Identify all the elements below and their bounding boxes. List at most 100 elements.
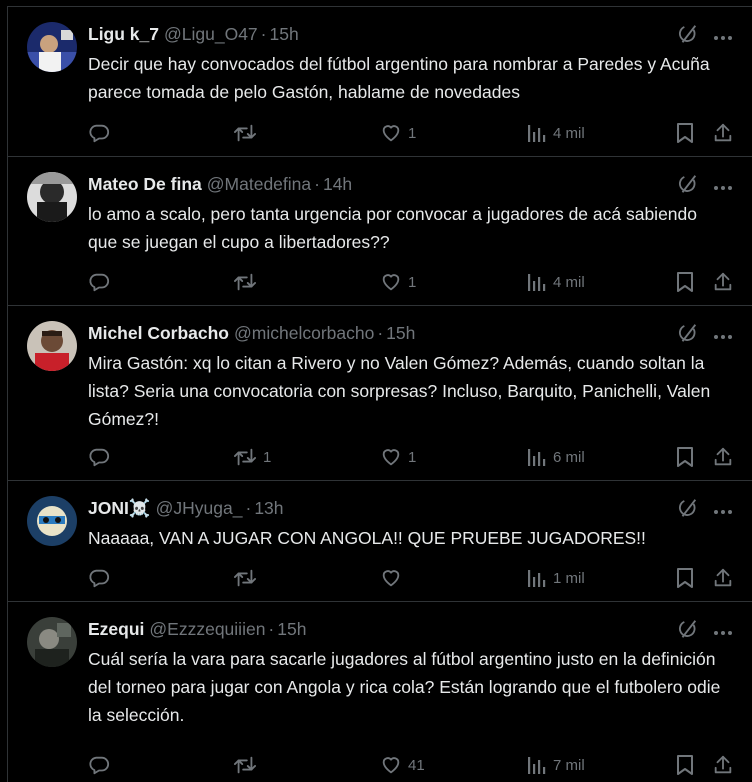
avatar[interactable]	[27, 321, 77, 371]
views-button[interactable]: 1 mil	[527, 563, 585, 593]
bookmark-icon	[675, 122, 695, 144]
display-name[interactable]: Ligu k_7	[88, 24, 159, 45]
tweet-text: Cuál sería la vara para sacarle jugadore…	[88, 649, 721, 725]
share-button[interactable]	[712, 563, 734, 593]
bookmark-icon	[675, 446, 695, 468]
avatar[interactable]	[27, 172, 77, 222]
tweet[interactable]: Mateo De fina @Matedefina · 14h lo amo a…	[8, 157, 752, 306]
views-count: 6 mil	[553, 448, 585, 466]
tweet-corner-actions	[677, 618, 733, 645]
more-icon[interactable]	[713, 178, 733, 196]
reply-button[interactable]	[88, 118, 116, 148]
user-handle[interactable]: @Ligu_O47	[164, 24, 258, 45]
display-name[interactable]: Mateo De fina	[88, 174, 202, 195]
heart-icon	[380, 567, 402, 589]
display-name[interactable]: Michel Corbacho	[88, 323, 229, 344]
tweet-header: JONI☠️ @JHyuga_ · 13h	[88, 495, 284, 521]
user-handle[interactable]: @michelcorbacho	[234, 323, 374, 344]
separator-dot: ·	[377, 322, 384, 343]
display-name[interactable]: Ezequi	[88, 619, 144, 640]
tweet[interactable]: JONI☠️ @JHyuga_ · 13h Naaaaa, VAN A JUGA…	[8, 481, 752, 602]
views-button[interactable]: 7 mil	[527, 750, 585, 780]
reply-icon	[88, 754, 110, 776]
display-name[interactable]: JONI☠️	[88, 498, 151, 519]
reply-icon	[88, 122, 110, 144]
tweet[interactable]: Michel Corbacho @michelcorbacho · 15h Mi…	[8, 306, 752, 481]
tweet-actions: 41 7 mil	[88, 750, 738, 780]
retweet-icon	[233, 122, 257, 144]
timestamp[interactable]: 15h	[277, 619, 306, 640]
views-button[interactable]: 4 mil	[527, 267, 585, 297]
user-handle[interactable]: @Matedefina	[207, 174, 311, 195]
grok-icon[interactable]	[677, 322, 699, 349]
reply-button[interactable]	[88, 267, 116, 297]
tweet-actions: 1 mil	[88, 563, 738, 593]
bookmark-button[interactable]	[675, 118, 695, 148]
like-button[interactable]: 41	[380, 750, 425, 780]
retweet-button[interactable]	[233, 118, 263, 148]
more-icon[interactable]	[713, 327, 733, 345]
user-handle[interactable]: @Ezzzequiiien	[149, 619, 265, 640]
grok-icon[interactable]	[677, 497, 699, 524]
reply-icon	[88, 567, 110, 589]
retweet-button[interactable]: 1	[233, 442, 271, 472]
timestamp[interactable]: 14h	[323, 174, 352, 195]
share-button[interactable]	[712, 750, 734, 780]
views-icon	[527, 272, 547, 292]
more-icon[interactable]	[713, 28, 733, 46]
separator-dot: ·	[260, 23, 267, 44]
more-icon[interactable]	[713, 502, 733, 520]
heart-icon	[380, 271, 402, 293]
grok-icon[interactable]	[677, 173, 699, 200]
tweet-corner-actions	[677, 322, 733, 349]
share-button[interactable]	[712, 442, 734, 472]
avatar[interactable]	[27, 617, 77, 667]
retweet-button[interactable]	[233, 563, 263, 593]
timestamp[interactable]: 15h	[270, 24, 299, 45]
views-icon	[527, 568, 547, 588]
grok-icon[interactable]	[677, 618, 699, 645]
like-count: 1	[408, 273, 417, 291]
heart-icon	[380, 122, 402, 144]
bookmark-button[interactable]	[675, 442, 695, 472]
reply-icon	[88, 271, 110, 293]
user-handle[interactable]: @JHyuga_	[156, 498, 243, 519]
like-button[interactable]: 1	[380, 442, 416, 472]
reply-button[interactable]	[88, 750, 116, 780]
share-icon	[712, 446, 734, 468]
timestamp[interactable]: 15h	[386, 323, 415, 344]
views-count: 4 mil	[553, 124, 585, 142]
tweet[interactable]: Ezequi @Ezzzequiiien · 15h Cuál sería la…	[8, 602, 752, 782]
separator-dot: ·	[268, 618, 275, 639]
retweet-button[interactable]	[233, 267, 263, 297]
avatar[interactable]	[27, 496, 77, 546]
share-button[interactable]	[712, 267, 734, 297]
bookmark-button[interactable]	[675, 750, 695, 780]
grok-icon[interactable]	[677, 23, 699, 50]
tweet-header: Ligu k_7 @Ligu_O47 · 15h	[88, 21, 299, 47]
tweet-actions: 1 4 mil	[88, 118, 738, 148]
reply-button[interactable]	[88, 563, 116, 593]
views-icon	[527, 123, 547, 143]
share-icon	[712, 122, 734, 144]
views-button[interactable]: 4 mil	[527, 118, 585, 148]
like-button[interactable]: 1	[380, 267, 416, 297]
avatar[interactable]	[27, 22, 77, 72]
more-icon[interactable]	[713, 623, 733, 641]
like-count: 1	[408, 448, 417, 466]
timestamp[interactable]: 13h	[254, 498, 283, 519]
replies-feed: Ligu k_7 @Ligu_O47 · 15h Decir que hay c…	[7, 6, 752, 782]
tweet[interactable]: Ligu k_7 @Ligu_O47 · 15h Decir que hay c…	[8, 7, 752, 157]
tweet-actions: 1 1 6 mil	[88, 442, 738, 472]
reply-button[interactable]	[88, 442, 116, 472]
share-button[interactable]	[712, 118, 734, 148]
separator-dot: ·	[245, 497, 252, 518]
like-button[interactable]: 1	[380, 118, 416, 148]
views-button[interactable]: 6 mil	[527, 442, 585, 472]
retweet-button[interactable]	[233, 750, 263, 780]
tweet-corner-actions	[677, 497, 733, 524]
bookmark-button[interactable]	[675, 267, 695, 297]
heart-icon	[380, 446, 402, 468]
bookmark-button[interactable]	[675, 563, 695, 593]
like-button[interactable]	[380, 563, 408, 593]
